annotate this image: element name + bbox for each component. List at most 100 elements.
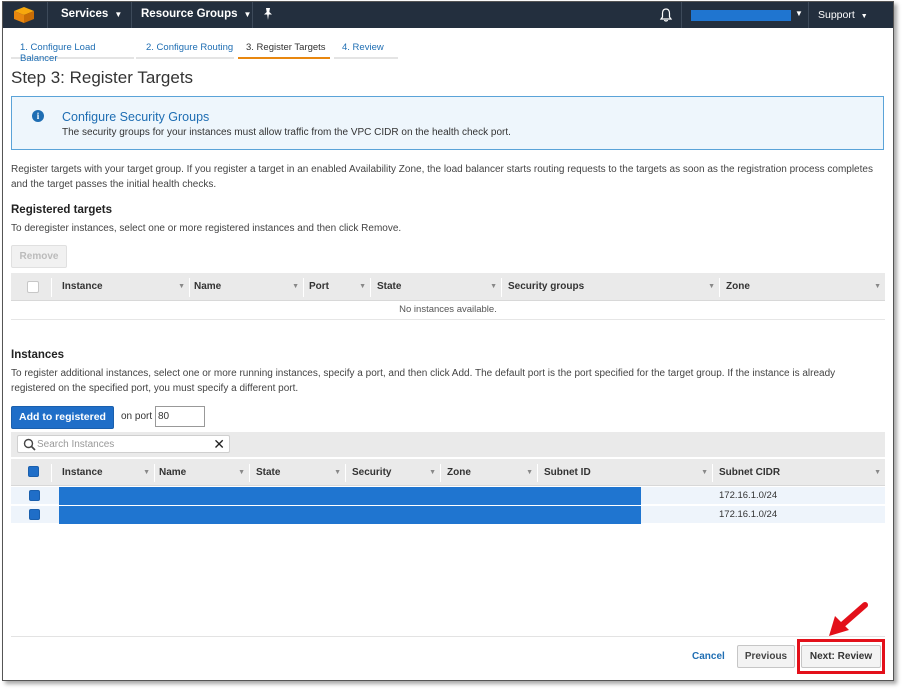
support-label: Support: [818, 9, 855, 21]
sort-icon: ▼: [334, 468, 341, 476]
divider: [11, 319, 885, 320]
chevron-down-icon[interactable]: ▼: [795, 9, 803, 18]
column-header-label: Port: [309, 281, 329, 292]
column-header-label: Name: [194, 281, 222, 292]
column-header-instance[interactable]: Instance ▼: [55, 459, 154, 485]
sort-icon: ▼: [701, 468, 708, 476]
nav-divider: [808, 2, 809, 28]
registered-targets-heading: Registered targets: [11, 204, 112, 216]
console-window: Services ▼ Resource Groups ▼ ▼ Support ▼ 1.…: [2, 1, 894, 681]
account-name-redacted[interactable]: [691, 10, 791, 21]
search-icon: [23, 438, 36, 451]
row-checkbox[interactable]: [29, 490, 40, 501]
security-groups-info-box: i Configure Security Groups The security…: [11, 96, 884, 150]
info-icon: i: [32, 110, 44, 122]
nav-divider: [681, 2, 682, 28]
column-header-label: Security: [352, 466, 392, 478]
column-header-subnet-id[interactable]: Subnet ID ▼: [537, 459, 712, 485]
register-targets-description: Register targets with your target group.…: [11, 164, 873, 190]
wizard-step-review[interactable]: 4. Review: [334, 40, 398, 59]
resource-groups-menu[interactable]: Resource Groups ▼: [141, 8, 251, 20]
chevron-down-icon: ▼: [860, 13, 868, 20]
sort-icon: ▼: [708, 283, 715, 290]
column-header-zone[interactable]: Zone ▼: [440, 459, 537, 485]
aws-cube-icon[interactable]: [11, 6, 37, 24]
column-header-security-groups[interactable]: Security groups ▼: [501, 273, 719, 300]
wizard-step-configure-routing[interactable]: 2. Configure Routing: [136, 40, 234, 59]
table-row[interactable]: 172.16.1.0/24: [11, 506, 885, 524]
services-label: Services: [61, 8, 109, 20]
column-header-label: Zone: [726, 281, 750, 292]
pin-icon[interactable]: [262, 7, 274, 21]
bell-icon[interactable]: [659, 7, 673, 23]
registered-targets-subtitle: To deregister instances, select one or m…: [11, 223, 402, 234]
close-icon[interactable]: ✕: [213, 436, 225, 452]
top-navigation-bar: Services ▼ Resource Groups ▼ ▼ Support ▼: [3, 2, 893, 28]
column-header-label: Subnet ID: [544, 466, 591, 478]
column-header-state[interactable]: State ▼: [370, 273, 501, 300]
nav-divider: [131, 2, 132, 28]
sort-icon: ▼: [143, 468, 150, 476]
footer-divider: [11, 636, 885, 637]
chevron-down-icon: ▼: [243, 10, 252, 19]
sort-icon: ▼: [874, 283, 881, 290]
sort-icon: ▼: [292, 283, 299, 290]
sort-icon: ▼: [874, 468, 881, 476]
page-title: Step 3: Register Targets: [11, 68, 194, 87]
column-header-name[interactable]: Name ▼: [187, 273, 303, 300]
search-box[interactable]: ✕: [17, 435, 230, 453]
info-box-text: The security groups for your instances m…: [62, 127, 511, 138]
search-input[interactable]: [37, 437, 207, 451]
row-checkbox[interactable]: [29, 509, 40, 520]
column-header-subnet-cidr[interactable]: Subnet CIDR ▼: [712, 459, 885, 485]
column-header-state[interactable]: State ▼: [249, 459, 345, 485]
wizard-step-configure-load-balancer[interactable]: 1. Configure Load Balancer: [11, 40, 134, 64]
instance-details-redacted: [59, 506, 641, 524]
select-all-checkbox[interactable]: [28, 466, 39, 477]
previous-button[interactable]: Previous: [737, 645, 795, 668]
column-header-label: Zone: [447, 466, 471, 478]
info-box-title: Configure Security Groups: [62, 110, 210, 124]
subnet-cidr-cell: 172.16.1.0/24: [719, 509, 778, 520]
next-review-button[interactable]: Next: Review: [801, 645, 881, 668]
column-divider: [51, 278, 52, 297]
column-header-instance[interactable]: Instance ▼: [55, 273, 189, 300]
column-header-security[interactable]: Security ▼: [345, 459, 440, 485]
port-input[interactable]: [155, 406, 205, 427]
sort-icon: ▼: [178, 283, 185, 290]
instances-subtitle: To register additional instances, select…: [11, 368, 836, 394]
red-arrow-icon: [829, 602, 868, 636]
remove-button[interactable]: Remove: [11, 245, 67, 268]
empty-table-message: No instances available.: [399, 304, 497, 315]
services-menu[interactable]: Services ▼: [61, 8, 122, 20]
support-menu[interactable]: Support ▼: [818, 9, 868, 21]
column-header-zone[interactable]: Zone ▼: [719, 273, 885, 300]
resource-groups-label: Resource Groups: [141, 8, 238, 20]
column-header-label: Security groups: [508, 281, 585, 292]
sort-icon: ▼: [490, 283, 497, 290]
column-header-label: Subnet CIDR: [719, 466, 781, 478]
wizard-step-register-targets[interactable]: 3. Register Targets: [238, 40, 330, 59]
chevron-down-icon: ▼: [114, 10, 123, 19]
column-divider: [51, 464, 52, 483]
select-all-checkbox[interactable]: [27, 281, 39, 293]
cancel-link[interactable]: Cancel: [692, 651, 725, 662]
sort-icon: ▼: [238, 468, 245, 476]
subnet-cidr-cell: 172.16.1.0/24: [719, 490, 778, 501]
nav-divider: [252, 2, 253, 28]
column-header-label: Name: [159, 466, 187, 478]
sort-icon: ▼: [359, 283, 366, 290]
column-header-label: State: [256, 466, 281, 478]
registered-targets-table-header: Instance ▼ Name ▼ Port ▼ State ▼ Security gr…: [11, 273, 885, 301]
instances-heading: Instances: [11, 349, 65, 361]
sort-icon: ▼: [526, 468, 533, 476]
table-row[interactable]: 172.16.1.0/24: [11, 487, 885, 505]
nav-divider: [47, 2, 48, 28]
add-to-registered-button[interactable]: Add to registered: [11, 406, 114, 429]
column-header-name[interactable]: Name ▼: [152, 459, 249, 485]
sort-icon: ▼: [429, 468, 436, 476]
column-header-port[interactable]: Port ▼: [302, 273, 370, 300]
column-header-label: State: [377, 281, 402, 292]
instance-details-redacted: [59, 487, 641, 505]
instances-table-header: Instance ▼ Name ▼ State ▼ Security ▼ Zone ▼ S…: [11, 459, 885, 486]
